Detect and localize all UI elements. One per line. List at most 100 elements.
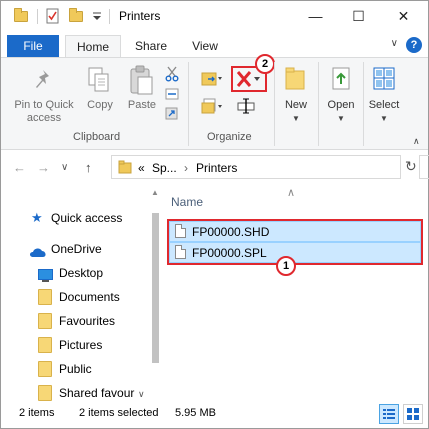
explorer-window: Printers — ☐ ✕ File Home Share View ∨ ? … [0,0,429,429]
rename-icon[interactable] [237,98,255,117]
nav-item-onedrive[interactable]: OneDrive [1,238,149,260]
address-row: ← → ∨ ↑ « Sp... › Printers ↻ [1,150,429,186]
title-bar: Printers — ☐ ✕ [1,1,428,32]
scroll-up-arrow-icon[interactable]: ▲ [151,188,159,197]
maximize-button[interactable]: ☐ [336,1,381,32]
breadcrumb-overflow[interactable]: « [138,161,145,175]
forward-button[interactable]: → [37,160,50,175]
minimize-button[interactable]: — [293,1,338,32]
nav-item-label: Pictures [59,338,103,352]
address-bar[interactable]: « Sp... › Printers [111,155,401,179]
refresh-button[interactable]: ↻ [405,158,417,175]
nav-item-label: Public [59,362,92,376]
nav-item-favourites[interactable]: Favourites [1,310,149,332]
open-icon [331,66,351,93]
open-label: Open [327,99,355,111]
move-to-icon[interactable] [201,70,223,89]
cut-icon[interactable] [165,66,179,85]
nav-item-label: Favourites [59,314,116,328]
folder-icon [13,8,29,24]
navigation-pane: ★ Quick access OneDrive Desktop Document… [1,186,149,401]
folder-icon [38,385,52,401]
paste-shortcut-icon[interactable] [165,106,179,123]
breadcrumb-separator[interactable]: › [184,161,188,175]
annotation-badge-1: 1 [276,256,296,276]
files-highlight [167,219,423,265]
star-icon: ★ [31,210,43,225]
status-bar: 2 items 2 items selected 5.95 MB [1,401,428,428]
select-button[interactable]: Select ▼ [365,99,403,125]
up-button[interactable]: ↑ [85,160,92,175]
folder-icon [118,160,132,177]
folder-icon [38,313,52,329]
nav-item-label: Desktop [59,266,104,280]
new-button[interactable]: New ▼ [279,99,313,125]
pin-icon [31,68,55,95]
nav-item-desktop[interactable]: Desktop [1,262,149,284]
paste-icon [129,64,155,99]
pin-to-quick-access-button[interactable]: Pin to Quick access [7,99,81,125]
item-count: 2 items [19,407,55,419]
sort-ascending-icon: ∧ [287,187,296,199]
title-separator [37,9,38,24]
group-separator [188,62,189,146]
file-list: ∧ Name FP00000.SHD FP00000.SPL 1 [163,186,428,401]
breadcrumb-current[interactable]: Printers [196,161,237,175]
new-folder-icon [285,66,305,93]
organize-group-label: Organize [207,131,252,143]
copy-to-icon[interactable] [201,98,223,117]
delete-icon[interactable] [236,70,262,91]
nav-item-pictures[interactable]: Pictures [1,334,149,356]
new-label: New [284,99,307,111]
pin-label-line-1: Pin to Quick [14,99,74,111]
chevron-down-icon: ▼ [292,114,300,123]
window-title: Printers [119,9,161,23]
copy-path-icon[interactable] [165,88,179,103]
paste-button[interactable]: Paste [123,99,161,112]
annotation-badge-2: 2 [255,54,275,74]
select-label: Select [368,99,400,111]
tab-file[interactable]: File [7,35,59,57]
folder-icon [38,337,52,353]
chevron-down-icon[interactable]: ∨ [391,38,398,49]
select-icon [373,66,395,93]
selection-count: 2 items selected [79,407,159,419]
ribbon: Pin to Quick access Copy Paste Clipboard [1,54,428,150]
selection-size: 5.95 MB [175,407,216,419]
clipboard-group-label: Clipboard [73,131,121,143]
ribbon-tabs: File Home Share View ∨ ? [1,32,428,57]
nav-item-label: Documents [59,290,120,304]
group-separator [363,62,364,146]
nav-scrollbar[interactable]: ▲ [149,186,161,401]
title-separator [109,9,110,24]
help-icon[interactable]: ? [406,37,422,53]
group-separator [274,62,275,146]
customize-toolbar-icon[interactable] [89,8,105,24]
tab-home[interactable]: Home [65,35,121,57]
large-icons-view-button[interactable] [403,404,423,424]
back-button[interactable]: ← [13,160,26,175]
search-input[interactable] [419,155,429,179]
scrollbar-thumb[interactable] [152,213,159,363]
tab-share[interactable]: Share [129,35,173,57]
folder-icon [38,289,52,305]
chevron-down-icon: ▼ [337,114,345,123]
nav-item-public[interactable]: Public [1,358,149,380]
open-button[interactable]: Open ▼ [322,99,360,125]
folder-icon [38,361,52,377]
scroll-down-arrow-icon[interactable]: ∨ [138,389,145,400]
nav-item-documents[interactable]: Documents [1,286,149,308]
column-header-name[interactable]: Name [171,195,203,209]
new-folder-icon[interactable] [68,8,84,24]
nav-item-quick-access[interactable]: ★ Quick access [1,207,149,229]
details-view-button[interactable] [379,404,399,424]
tab-view[interactable]: View [183,35,227,57]
copy-button[interactable]: Copy [81,99,119,112]
close-button[interactable]: ✕ [381,1,426,32]
group-separator [318,62,319,146]
collapse-ribbon-icon[interactable]: ∧ [413,136,420,147]
recent-locations-button[interactable]: ∨ [61,162,68,173]
chevron-down-icon: ▼ [380,114,388,123]
breadcrumb-item[interactable]: Sp... [152,161,177,175]
properties-icon[interactable] [45,8,61,24]
